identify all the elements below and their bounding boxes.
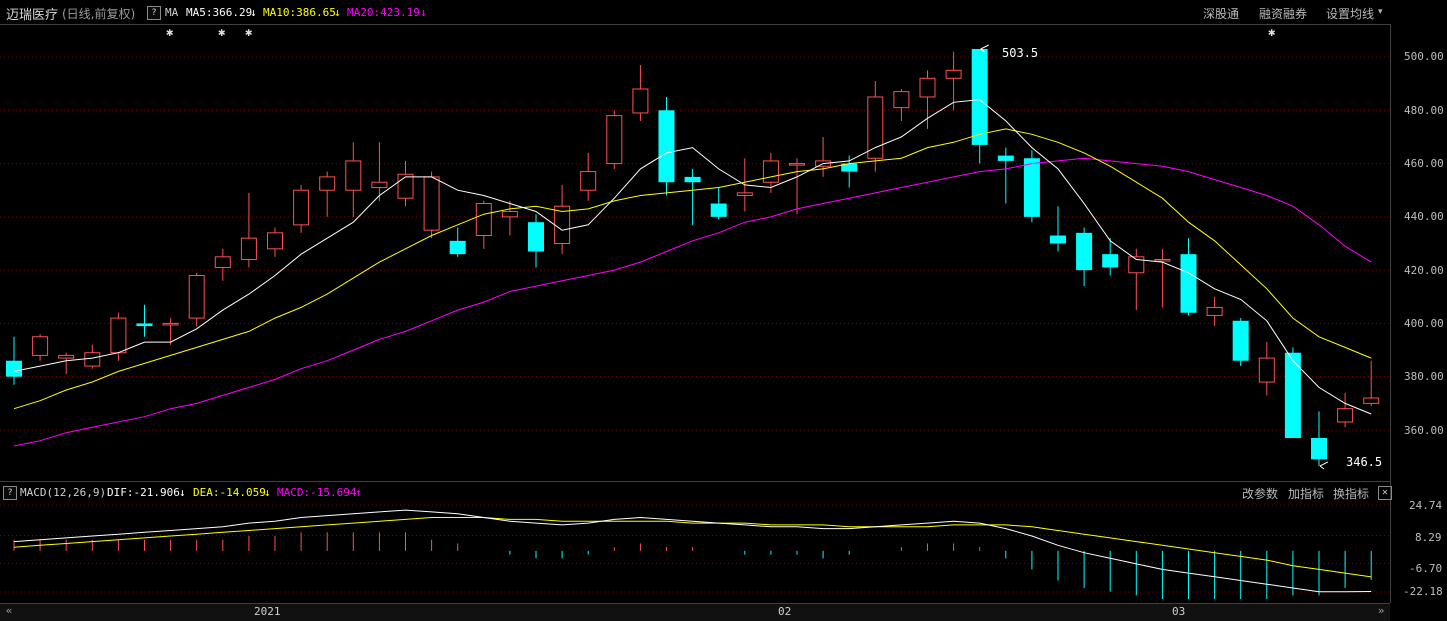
price-axis-label: 400.00 (1404, 317, 1444, 330)
macd-title: MACD(12,26,9) (20, 486, 107, 499)
price-axis-label: 360.00 (1404, 424, 1444, 437)
candle-body (658, 110, 675, 183)
price-axis-label: 440.00 (1404, 210, 1444, 223)
candle-body (971, 49, 988, 145)
candle-body (345, 160, 362, 191)
candle-body (945, 69, 962, 79)
dif-arrow: ↓ (179, 486, 186, 499)
candle-body (449, 240, 466, 255)
candle-body (475, 203, 492, 237)
candle-body (736, 192, 753, 197)
dif-line (13, 509, 1372, 593)
scroll-right-icon[interactable]: » (1374, 604, 1388, 618)
candle-body (997, 155, 1014, 161)
candle-body (789, 163, 805, 166)
switch-indicator-button[interactable]: 换指标 (1333, 485, 1369, 502)
candle-body (6, 360, 22, 377)
high-marker-label: 503.5 (1002, 46, 1039, 60)
candle-body (423, 176, 440, 231)
dif-label: DIF:-21.906 (107, 486, 180, 499)
candle-body (762, 160, 779, 183)
macd-arrow: ↑ (355, 486, 362, 499)
candle-body (1154, 258, 1171, 262)
candle-body (1206, 306, 1223, 316)
candle-body (1258, 357, 1275, 383)
add-indicator-button[interactable]: 加指标 (1288, 485, 1324, 502)
price-axis-label: 500.00 (1404, 50, 1444, 63)
candle-body (1363, 397, 1380, 404)
candle-body (371, 181, 388, 189)
change-params-button[interactable]: 改参数 (1242, 485, 1278, 502)
time-axis-label: 02 (778, 605, 792, 618)
candle-body (1023, 158, 1040, 217)
candle-body (162, 322, 179, 326)
price-axis-label: 420.00 (1404, 264, 1444, 277)
macd-header: ? MACD(12,26,9) DIF:-21.906 ↓ DEA:-14.05… (0, 482, 1392, 502)
candle-body (710, 203, 727, 217)
candle-body (1076, 232, 1093, 271)
close-icon[interactable]: ✕ (1378, 486, 1392, 500)
candle-body (293, 189, 310, 226)
price-axis-label: 460.00 (1404, 157, 1444, 170)
candle-body (580, 171, 597, 191)
candle-body (188, 274, 205, 319)
candle-body (1311, 437, 1327, 460)
candle-body (1180, 254, 1197, 313)
low-marker-label: 346.5 (1346, 455, 1383, 469)
price-axis-label: 480.00 (1404, 104, 1444, 117)
candle-body (319, 176, 336, 191)
dea-arrow: ↓ (264, 486, 271, 499)
candle-body (214, 256, 231, 268)
candle-body (867, 96, 884, 159)
candle-body (397, 173, 414, 199)
time-axis-label: 03 (1172, 605, 1186, 618)
candle-body (240, 237, 257, 260)
candle-body (1284, 352, 1301, 438)
candle-body (110, 317, 127, 354)
candle-body (632, 88, 649, 114)
macd-axis-label: 8.29 (1415, 531, 1442, 544)
candle-body (84, 352, 101, 367)
candle-body (893, 91, 910, 109)
candle-body (136, 323, 153, 327)
macd-help-button[interactable]: ? (3, 486, 17, 500)
candle-body (606, 115, 623, 165)
candle-body (528, 222, 544, 252)
low-pointer (1319, 461, 1329, 470)
candle-body (267, 232, 283, 250)
candlestick-chart[interactable] (0, 0, 1390, 603)
candle-body (1102, 254, 1119, 268)
price-axis-label: 380.00 (1404, 370, 1444, 383)
macd-axis-label: 24.74 (1409, 499, 1443, 512)
time-axis-label: 2021 (254, 605, 281, 618)
candle-body (684, 176, 701, 183)
candle-body (1337, 408, 1354, 423)
scroll-left-icon[interactable]: « (2, 604, 16, 618)
dea-label: DEA:-14.059 (193, 486, 266, 499)
candle-body (1050, 235, 1066, 244)
candle-body (501, 211, 518, 218)
candle-body (58, 354, 75, 359)
candle-body (1232, 320, 1249, 361)
candle-body (919, 77, 936, 98)
macd-label: MACD:-15.694 (277, 486, 357, 499)
macd-axis-label: -22.18 (1403, 585, 1443, 598)
candle-body (32, 336, 49, 356)
axis-divider (1390, 24, 1391, 603)
macd-axis-label: -6.70 (1409, 562, 1443, 575)
